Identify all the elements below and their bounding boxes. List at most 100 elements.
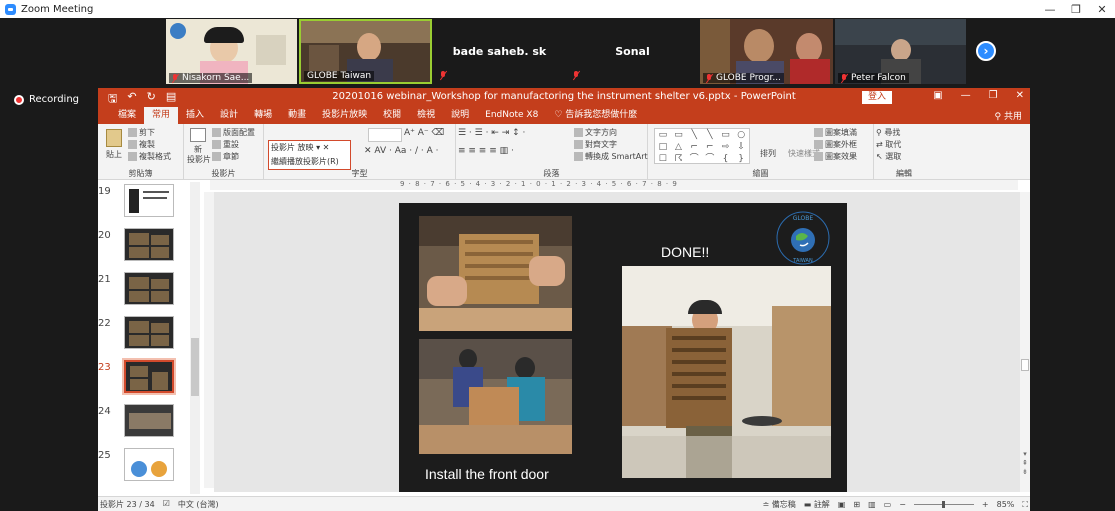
- slideshow-view-icon[interactable]: ▭: [884, 500, 892, 509]
- participant-tile[interactable]: GLOBE Taiwan: [299, 19, 432, 84]
- sign-in-button[interactable]: 登入: [862, 91, 893, 104]
- mic-muted-icon: [706, 73, 713, 83]
- slide-number: 25: [98, 450, 111, 461]
- normal-view-icon[interactable]: ▣: [838, 500, 846, 509]
- thumbnail-scroll-thumb[interactable]: [191, 338, 199, 396]
- zoom-out-icon[interactable]: −: [899, 500, 906, 509]
- reset-button[interactable]: 重設: [212, 139, 239, 150]
- tab-endnote[interactable]: EndNote X8: [477, 107, 546, 124]
- tab-design[interactable]: 設計: [212, 107, 246, 124]
- replace-icon: ⇄: [876, 140, 886, 149]
- slide-thumbnail-current[interactable]: 23: [98, 358, 190, 400]
- participant-tile[interactable]: GLOBE Progr...: [700, 19, 833, 84]
- slide-thumbnail[interactable]: 20: [98, 228, 190, 268]
- globe-taiwan-logo: GLOBE TAIWAN: [776, 211, 830, 265]
- tab-transitions[interactable]: 轉場: [246, 107, 280, 124]
- reading-view-icon[interactable]: ▥: [868, 500, 876, 509]
- tab-insert[interactable]: 插入: [178, 107, 212, 124]
- close-icon[interactable]: ✕: [1089, 0, 1115, 18]
- slide-thumbnail[interactable]: 24: [98, 404, 190, 444]
- copy-button[interactable]: 複製: [128, 139, 155, 150]
- font-format-buttons[interactable]: ✕ AV · Aa · ∕ · A ·: [364, 146, 438, 156]
- participant-tile[interactable]: Sonal: [567, 19, 698, 84]
- ribbon-display-icon[interactable]: ▣: [933, 90, 942, 101]
- paste-icon[interactable]: [106, 129, 122, 147]
- shape-fill-button[interactable]: 圖案填滿: [814, 127, 857, 138]
- slide-caption: Install the front door: [425, 466, 549, 482]
- font-size-input[interactable]: [368, 128, 402, 142]
- list-buttons[interactable]: ☰ · ☰ · ⇤ ⇥ ↕ ·: [458, 128, 525, 138]
- tab-home[interactable]: 常用: [144, 107, 179, 124]
- paste-button[interactable]: 貼上: [106, 149, 122, 160]
- spellcheck-icon[interactable]: ☑: [163, 499, 170, 510]
- tab-animations[interactable]: 動畫: [280, 107, 314, 124]
- new-slide-icon[interactable]: [190, 128, 206, 142]
- chevron-right-icon[interactable]: ›: [976, 41, 996, 61]
- tab-slideshow[interactable]: 投影片放映: [314, 107, 375, 124]
- tab-view[interactable]: 檢視: [409, 107, 443, 124]
- slide-number: 23: [98, 362, 111, 373]
- recording-indicator[interactable]: Recording: [14, 94, 79, 105]
- new-slide-button-label[interactable]: 投影片: [187, 154, 211, 165]
- slideshow-item[interactable]: 投影片 放映 ▾ ✕: [269, 141, 350, 155]
- ribbon: 貼上 剪下 複製 複製格式 剪貼簿 新 投影片 版面配置 重設 章節 投影片 字…: [98, 124, 1030, 180]
- restore-icon[interactable]: ❐: [1063, 0, 1089, 18]
- cut-button[interactable]: 剪下: [128, 127, 155, 138]
- slide-number: 20: [98, 230, 111, 241]
- slide-sorter-icon[interactable]: ⊞: [853, 500, 860, 509]
- find-button[interactable]: ⚲ 尋找: [876, 127, 900, 138]
- tab-review[interactable]: 校閱: [375, 107, 409, 124]
- layout-icon: [212, 128, 221, 137]
- participant-tile[interactable]: Nisakorn Sae...: [166, 19, 297, 84]
- replace-button[interactable]: ⇄ 取代: [876, 139, 901, 150]
- shapes-gallery[interactable]: ▭ ▭ ╲ ╲ ▭ ○ □ △ ⌐ ⌐ ⇨ ⇩ ☐ ☈ ⌒ ⌒{}: [654, 128, 750, 164]
- close-icon[interactable]: ✕: [1016, 90, 1024, 101]
- participant-tile[interactable]: Peter Falcon: [835, 19, 966, 84]
- format-painter-button[interactable]: 複製格式: [128, 151, 171, 162]
- section-button[interactable]: 章節: [212, 151, 239, 162]
- fit-slide-icon[interactable]: ⛶: [1022, 500, 1028, 510]
- slide-number: 19: [98, 186, 111, 197]
- align-text-button[interactable]: 對齊文字: [574, 139, 617, 150]
- shape-outline-button[interactable]: 圖案外框: [814, 139, 857, 150]
- minimize-icon[interactable]: —: [1037, 0, 1063, 18]
- slide-editing-canvas[interactable]: DONE!! Install the front door GLOBE TAIW…: [214, 192, 1020, 492]
- text-direction-button[interactable]: 文字方向: [574, 127, 617, 138]
- slide-thumbnail[interactable]: 19: [98, 184, 190, 224]
- arrange-button[interactable]: 排列: [760, 148, 776, 159]
- minimize-icon[interactable]: —: [961, 90, 971, 101]
- slide-number: 21: [98, 274, 111, 285]
- notes-button[interactable]: ≐ 備忘稿: [762, 499, 795, 510]
- copy-icon: [128, 140, 137, 149]
- font-size-buttons[interactable]: A⁺ A⁻ ⌫: [404, 128, 444, 138]
- tab-file[interactable]: 檔案: [110, 107, 144, 124]
- slideshow-dropdown[interactable]: 投影片 放映 ▾ ✕ 繼續播放投影片(R): [268, 140, 351, 170]
- language-indicator[interactable]: 中文 (台灣): [178, 499, 219, 510]
- zoom-level[interactable]: 85%: [997, 500, 1015, 509]
- zoom-window-controls: — ❐ ✕: [1037, 0, 1115, 18]
- canvas-scrollbar[interactable]: ▾ ⇞ ⇟: [1020, 192, 1030, 492]
- tab-help[interactable]: 說明: [443, 107, 477, 124]
- scroll-arrows[interactable]: ▾ ⇞ ⇟: [1020, 450, 1030, 477]
- tell-me-search[interactable]: ♡ 告訴我您想做什麼: [546, 107, 645, 124]
- participant-name: Peter Falcon: [838, 73, 909, 83]
- layout-button[interactable]: 版面配置: [212, 127, 255, 138]
- slides-group: 新 投影片 版面配置 重設 章節 投影片: [184, 124, 264, 180]
- slide-thumbnail[interactable]: 22: [98, 316, 190, 356]
- zoom-slider[interactable]: [913, 501, 974, 508]
- canvas-scroll-thumb[interactable]: [1021, 359, 1029, 371]
- select-button[interactable]: ↖ 選取: [876, 151, 901, 162]
- convert-smartart-button[interactable]: 轉換成 SmartArt: [574, 151, 648, 162]
- resume-slideshow-item[interactable]: 繼續播放投影片(R): [269, 155, 350, 169]
- align-buttons[interactable]: ≡ ≡ ≡ ≡ ▥ ·: [458, 146, 514, 156]
- comments-button[interactable]: ▬ 註解: [804, 499, 830, 510]
- shape-effects-button[interactable]: 圖案效果: [814, 151, 857, 162]
- share-button[interactable]: ⚲ 共用: [995, 109, 1022, 122]
- slide-thumbnail[interactable]: 25: [98, 448, 190, 488]
- slide-thumbnail[interactable]: 21: [98, 272, 190, 312]
- current-slide[interactable]: DONE!! Install the front door GLOBE TAIW…: [399, 203, 847, 492]
- zoom-in-icon[interactable]: +: [982, 500, 989, 509]
- restore-icon[interactable]: ❐: [989, 90, 998, 101]
- participant-name: Sonal: [615, 45, 650, 58]
- participant-tile[interactable]: bade saheb. sk: [434, 19, 565, 84]
